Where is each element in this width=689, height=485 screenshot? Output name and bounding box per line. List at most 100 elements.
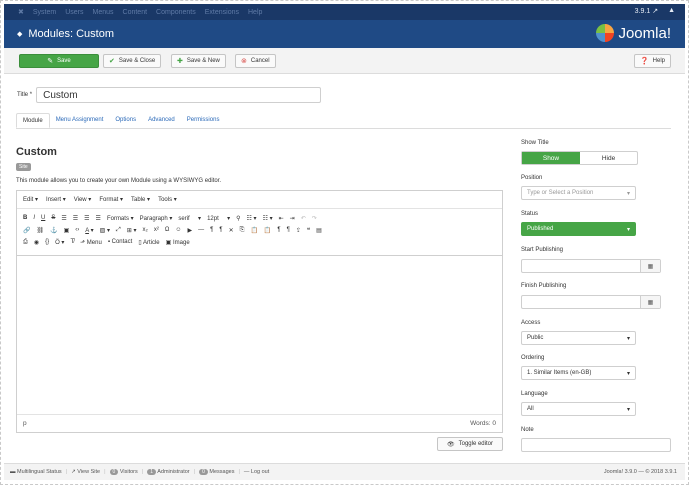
redo-icon[interactable]: ↷ [312,215,317,222]
visual-aid-icon[interactable]: Ö ▾ [55,239,64,246]
messages-link[interactable]: 0 Messages [199,469,234,475]
align-right-icon[interactable]: ☰ [84,215,89,222]
anchor-icon[interactable]: ⚓ [50,227,57,234]
template-icon[interactable]: ▤ [316,227,322,234]
save-close-button[interactable]: ✔ Save & Close [103,54,162,68]
unlink-icon[interactable]: ⛓ [36,227,44,234]
save-new-button[interactable]: ✚ Save & New [171,54,226,68]
editor-menu-view[interactable]: View ▾ [74,196,92,203]
formats-dropdown[interactable]: Formats ▾ [107,215,134,222]
editor-menu-edit[interactable]: Edit ▾ [23,196,38,203]
editor-menu-table[interactable]: Table ▾ [131,196,150,203]
joomla-menu-icon[interactable]: ✖ [18,8,24,16]
font-dropdown[interactable]: serif ▾ [178,215,201,222]
view-site-link[interactable]: ↗ View Site [71,469,100,475]
cancel-button[interactable]: ⊗ Cancel [235,54,276,68]
underline-icon[interactable]: U [41,215,45,221]
user-icon[interactable]: ▲ [668,7,675,15]
italic-icon[interactable]: I [33,215,35,221]
rtl-icon[interactable]: ¶ [219,227,222,233]
editor-menu-insert[interactable]: Insert ▾ [46,196,66,203]
tab-options[interactable]: Options [109,113,142,128]
text-color-icon[interactable]: A ▾ [85,227,93,234]
status-select[interactable]: Published ▾ [521,222,636,236]
background-color-icon[interactable]: ▨ ▾ [100,227,110,234]
start-publishing-input[interactable]: ▦ [521,259,661,273]
menu-system[interactable]: System [33,9,56,16]
ltr-icon[interactable]: ¶ [210,227,213,233]
paste-icon[interactable]: 📋 [250,227,257,234]
position-select[interactable]: Type or Select a Position ▾ [521,186,636,200]
access-select[interactable]: Public ▾ [521,331,636,345]
special-char-icon[interactable]: Ω [165,227,170,233]
pilcrow-icon[interactable]: ¶ [277,227,280,233]
align-left-icon[interactable]: ☰ [61,215,66,222]
outdent-icon[interactable]: ⇤ [279,215,284,222]
finish-publishing-input[interactable]: ▦ [521,295,661,309]
note-input[interactable] [521,438,671,452]
help-button[interactable]: ❓ Help [633,54,671,68]
print-icon[interactable]: ⎙ [23,239,28,246]
code-icon[interactable]: ‹› [75,227,79,233]
bullet-list-icon[interactable]: ☷ ▾ [247,215,257,222]
title-input[interactable] [36,87,322,103]
menu-content[interactable]: Content [123,9,148,16]
tab-advanced[interactable]: Advanced [142,113,181,128]
clear-icon[interactable]: ✕ [229,227,234,234]
emoticon-icon[interactable]: ☺ [175,227,181,233]
editor-menu-format[interactable]: Format ▾ [99,196,123,203]
administrator-link[interactable]: 1 Administrator [147,469,190,475]
ordering-select[interactable]: 1. Similar Items (en-GB) ▾ [521,366,636,380]
editor-menu-tools[interactable]: Tools ▾ [158,196,177,203]
subscript-icon[interactable]: x₂ [143,227,148,233]
menu-extensions[interactable]: Extensions [205,9,239,16]
show-option[interactable]: Show [522,152,580,164]
save-button[interactable]: ✎ Save [19,54,99,68]
fullscreen-icon[interactable]: ⤢ [116,227,121,234]
table-icon[interactable]: ⊞ ▾ [127,227,137,234]
toggle-editor-button[interactable]: 👁 Toggle editor [437,437,503,451]
find-icon[interactable]: ⚲ [236,215,240,222]
logout-link[interactable]: — Log out [244,469,269,475]
menu-help[interactable]: Help [248,9,262,16]
version-link[interactable]: 3.9.1 ↗ [635,7,658,15]
size-dropdown[interactable]: 12pt ▾ [207,215,230,222]
quote-icon[interactable]: ❝ [307,227,310,234]
link-icon[interactable]: 🔗 [23,227,30,234]
superscript-icon[interactable]: x² [154,227,159,233]
element-path[interactable]: p [23,420,27,427]
contact-button[interactable]: ▪ Contact [108,239,133,245]
strikethrough-icon[interactable]: S [51,215,55,221]
media-icon[interactable]: ▶ [188,227,193,234]
menu-users[interactable]: Users [65,9,83,16]
number-list-icon[interactable]: ☷ ▾ [263,215,273,222]
copy-icon[interactable]: ⎘ [240,227,245,234]
remove-format-icon[interactable]: T̸ [70,239,74,245]
bold-icon[interactable]: B [23,215,27,221]
menu-components[interactable]: Components [156,9,196,16]
visitors-link[interactable]: 0 Visitors [109,469,138,475]
tab-permissions[interactable]: Permissions [181,113,226,128]
calendar-icon[interactable]: ▦ [640,260,660,272]
editor-content-area[interactable] [17,256,502,414]
hr-icon[interactable]: — [198,227,204,233]
undo-icon[interactable]: ↶ [301,215,306,222]
tab-menu-assignment[interactable]: Menu Assignment [50,113,110,128]
image-button[interactable]: ▣ Image [166,239,190,246]
pilcrow-alt-icon[interactable]: ¶ [287,227,290,233]
preview-icon[interactable]: ◉ [34,239,39,246]
tab-module[interactable]: Module [16,113,50,128]
align-center-icon[interactable]: ☰ [73,215,78,222]
menu-menus[interactable]: Menus [93,9,114,16]
multilingual-status-link[interactable]: ▬ Multilingual Status [10,469,62,475]
paragraph-dropdown[interactable]: Paragraph ▾ [140,215,173,222]
paste-text-icon[interactable]: 📋 [264,227,271,234]
article-button[interactable]: ▯ Article [138,239,159,246]
indent-icon[interactable]: ⇥ [290,215,295,222]
calendar-icon[interactable]: ▦ [640,296,660,308]
align-justify-icon[interactable]: ☰ [96,215,101,222]
menu-button[interactable]: ⬏ Menu [80,239,102,246]
upload-icon[interactable]: ⇪ [296,227,301,234]
codesample-icon[interactable]: {} [45,239,49,245]
language-select[interactable]: All ▾ [521,402,636,416]
